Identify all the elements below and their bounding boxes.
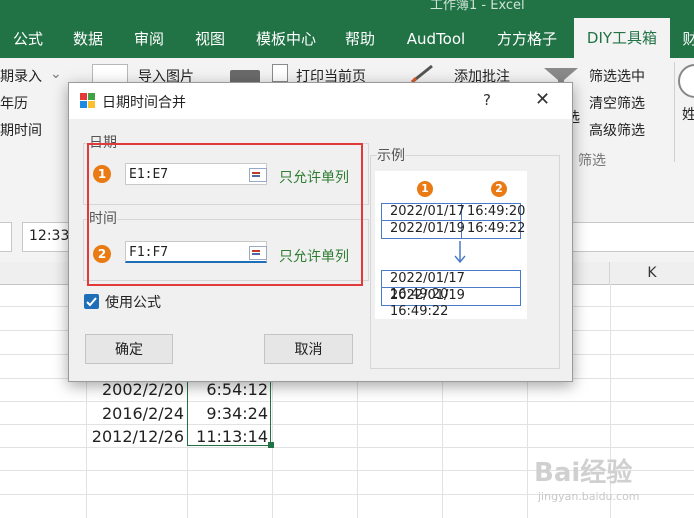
row-gridline xyxy=(0,447,694,448)
page-icon xyxy=(272,64,288,82)
time-cell[interactable]: 9:34:24 xyxy=(187,404,268,423)
use-formula-label[interactable]: 使用公式 xyxy=(105,292,161,312)
calendar-command[interactable]: 年历 xyxy=(0,93,28,113)
fill-handle[interactable] xyxy=(268,442,274,448)
date-cell[interactable]: 2002/2/20 xyxy=(86,380,184,399)
example-group-label: 示例 xyxy=(377,145,405,165)
tab-audtool[interactable]: AudTool xyxy=(400,22,472,58)
column-header-k[interactable]: K xyxy=(610,262,694,285)
tab-review[interactable]: 审阅 xyxy=(127,22,171,58)
filter-selected-command[interactable]: 筛选选中 xyxy=(589,66,645,86)
date-time-command[interactable]: 期时间 xyxy=(0,120,42,140)
date-entry-command[interactable]: 期录入 xyxy=(0,66,42,86)
arrow-down-icon xyxy=(453,241,467,265)
name-box[interactable] xyxy=(0,222,12,252)
cancel-button[interactable]: 取消 xyxy=(264,334,353,364)
tab-finance[interactable]: 财 xyxy=(680,22,694,58)
baidu-watermark: Bai经验 xyxy=(534,458,633,488)
pen-icon xyxy=(408,62,438,84)
row-gridline xyxy=(0,424,694,425)
example-time: 16:49:22 xyxy=(467,221,526,236)
tab-fangfangezi[interactable]: 方方格子 xyxy=(489,22,565,58)
date-cell[interactable]: 2012/12/26 xyxy=(86,427,184,446)
ok-button[interactable]: 确定 xyxy=(85,334,173,364)
date-time-merge-dialog: 日期时间合并 ? ✕ 日期 1 E1:E7 只允许单列 时间 2 F1:F7 只… xyxy=(68,82,573,382)
filter-group-label: 筛选 xyxy=(578,153,606,169)
example-time: 16:49:20 xyxy=(467,204,526,219)
tab-formulas[interactable]: 公式 xyxy=(8,22,48,58)
example-before-table: 2022/01/17 16:49:20 2022/01/19 16:49:22 xyxy=(381,203,525,239)
tab-diy-toolbox[interactable]: DIY工具箱 xyxy=(574,18,670,58)
example-badge-2: 2 xyxy=(491,181,507,197)
example-combined: 2022/01/17 16:49:20 xyxy=(390,271,465,302)
dialog-titlebar[interactable]: 日期时间合并 ? ✕ xyxy=(69,83,572,119)
name-partial-label: 姓 xyxy=(682,107,694,123)
tab-template-center[interactable]: 模板中心 xyxy=(250,22,322,58)
tab-view[interactable]: 视图 xyxy=(188,22,232,58)
example-date: 2022/01/17 xyxy=(390,204,465,219)
tab-help[interactable]: 帮助 xyxy=(336,22,384,58)
use-formula-checkbox[interactable] xyxy=(84,294,99,309)
formula-value: 12:33 xyxy=(29,228,70,244)
time-cell[interactable]: 11:13:14 xyxy=(187,427,268,446)
example-date: 2022/01/19 xyxy=(390,221,465,236)
chevron-down-icon[interactable]: ⌄ xyxy=(50,66,62,82)
baidu-watermark-url: jingyan.baidu.com xyxy=(538,490,640,503)
picture-icon xyxy=(92,64,128,84)
app-icon xyxy=(80,93,96,109)
row-gridline xyxy=(0,401,694,402)
example-combined: 2022/01/19 16:49:22 xyxy=(390,288,465,319)
close-button[interactable]: ✕ xyxy=(535,89,550,110)
clear-filter-command[interactable]: 清空筛选 xyxy=(589,93,645,113)
dialog-title: 日期时间合并 xyxy=(102,95,186,111)
example-badge-1: 1 xyxy=(417,181,433,197)
date-cell[interactable]: 2016/2/24 xyxy=(86,404,184,423)
help-button[interactable]: ? xyxy=(483,91,491,109)
ribbon-tab-bar: 工作簿1 - Excel 公式 数据 审阅 视图 模板中心 帮助 AudTool… xyxy=(0,0,694,58)
example-after-table: 2022/01/17 16:49:20 2022/01/19 16:49:22 xyxy=(381,270,521,319)
time-cell[interactable]: 6:54:12 xyxy=(187,380,268,399)
tab-data[interactable]: 数据 xyxy=(66,22,110,58)
highlight-box xyxy=(87,143,363,286)
advanced-filter-command[interactable]: 高级筛选 xyxy=(589,120,645,140)
window-title: 工作簿1 - Excel xyxy=(430,0,525,13)
